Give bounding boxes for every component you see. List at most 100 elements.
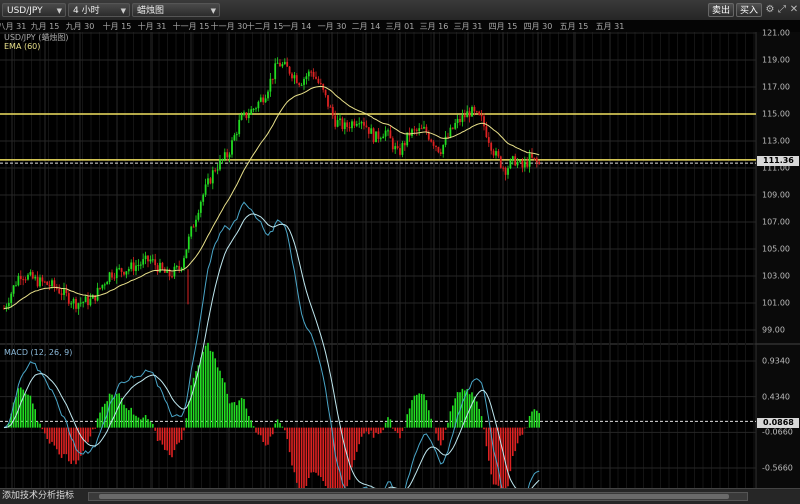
macd-signal-line: [3, 213, 540, 488]
candle-body: [264, 98, 267, 103]
candle-body: [329, 106, 332, 108]
candle-body: [372, 128, 375, 143]
candle-body: [538, 162, 541, 164]
candle-body: [295, 75, 298, 84]
x-tick-label: 三月 31: [453, 22, 483, 31]
candle-body: [77, 303, 80, 309]
macd-tick-label: 0.9340: [762, 356, 790, 366]
candle-body: [389, 130, 392, 139]
candle-body: [430, 139, 433, 142]
interval-dropdown[interactable]: 4 小时 ▼: [68, 3, 130, 17]
candle-body: [281, 64, 284, 67]
scrollbar-thumb[interactable]: [99, 494, 729, 499]
ema-line: [3, 85, 540, 309]
toolbar: USD/JPY ▼ 4 小时 ▼ 蜡烛图 ▼ 卖出 买入 ⚙ ⤢ ✕: [0, 0, 800, 21]
candle-body: [377, 131, 380, 139]
x-tick-label: 八月 31: [0, 22, 27, 31]
candle-body: [252, 108, 255, 110]
candle-body: [449, 127, 452, 137]
sell-button[interactable]: 卖出: [708, 3, 734, 17]
candle-body: [214, 170, 217, 172]
candle-body: [267, 91, 269, 99]
candle-body: [293, 75, 296, 79]
chart-area[interactable]: [0, 32, 800, 488]
candle-body: [130, 262, 133, 269]
settings-icon[interactable]: ⚙: [764, 4, 776, 16]
candle-body: [528, 153, 531, 167]
candle-body: [367, 127, 370, 134]
candle-body: [483, 116, 485, 127]
candle-body: [490, 142, 493, 151]
candle-body: [190, 226, 193, 237]
candle-body: [471, 106, 473, 117]
candle-body: [22, 279, 25, 281]
candle-body: [463, 115, 466, 118]
candle-body: [317, 78, 320, 83]
candle-body: [276, 62, 279, 64]
candle-body: [394, 146, 397, 150]
candle-body: [459, 118, 461, 123]
candle-body: [247, 114, 250, 119]
candle-body: [255, 108, 257, 110]
candle-body: [399, 148, 401, 155]
candle-body: [195, 219, 197, 227]
symbol-dropdown[interactable]: USD/JPY ▼: [2, 3, 66, 17]
candle-body: [139, 264, 142, 266]
candle-body: [519, 160, 521, 162]
candle-body: [343, 122, 346, 130]
candle-body: [197, 212, 200, 220]
candle-body: [454, 122, 457, 129]
candle-body: [451, 127, 454, 129]
candle-body: [63, 288, 65, 295]
candle-body: [96, 287, 99, 301]
candle-body: [39, 277, 41, 287]
macd-tick-label: 0.4340: [762, 392, 790, 402]
candle-body: [531, 153, 533, 158]
candle-body: [15, 285, 17, 287]
candle-body: [48, 284, 51, 287]
candle-body: [310, 71, 313, 73]
candle-body: [279, 62, 281, 67]
chart-style-dropdown[interactable]: 蜡烛图 ▼: [132, 3, 220, 17]
candle-body: [53, 280, 56, 287]
price-tick-label: 101.00: [762, 298, 790, 308]
candle-body: [79, 302, 82, 304]
candle-body: [502, 167, 505, 169]
x-tick-label: 五月 31: [595, 22, 625, 31]
candle-body: [331, 107, 334, 116]
candle-body: [67, 293, 70, 304]
x-tick-label: 二月 14: [351, 22, 381, 31]
x-tick-label: 九月 30: [65, 22, 95, 31]
candle-body: [70, 303, 73, 305]
candle-body: [396, 146, 399, 149]
restore-icon[interactable]: ⤢: [776, 4, 788, 16]
candle-body: [516, 161, 519, 166]
candle-body: [154, 259, 157, 266]
candle-body: [504, 167, 507, 175]
candle-body: [137, 265, 140, 267]
candle-body: [144, 255, 147, 260]
candle-body: [507, 168, 509, 175]
candle-body: [283, 61, 286, 65]
chevron-down-icon: ▼: [210, 7, 216, 15]
candle-body: [291, 73, 293, 79]
candle-body: [19, 276, 22, 280]
candle-body: [216, 169, 219, 171]
candle-body: [84, 296, 87, 303]
candle-body: [403, 142, 406, 146]
candle-body: [17, 276, 20, 286]
close-icon[interactable]: ✕: [788, 4, 800, 16]
candle-body: [456, 118, 459, 123]
candle-body: [259, 97, 262, 102]
candle-body: [509, 159, 512, 169]
candle-body: [211, 170, 214, 184]
candle-body: [231, 140, 233, 155]
candle-body: [120, 268, 123, 272]
horizontal-scrollbar[interactable]: [88, 492, 748, 501]
candle-body: [135, 265, 137, 272]
add-indicator-button[interactable]: 添加技术分析指标: [2, 490, 74, 502]
candle-body: [163, 268, 166, 273]
candle-body: [151, 259, 154, 261]
buy-button[interactable]: 买入: [736, 3, 762, 17]
candle-body: [156, 265, 159, 273]
